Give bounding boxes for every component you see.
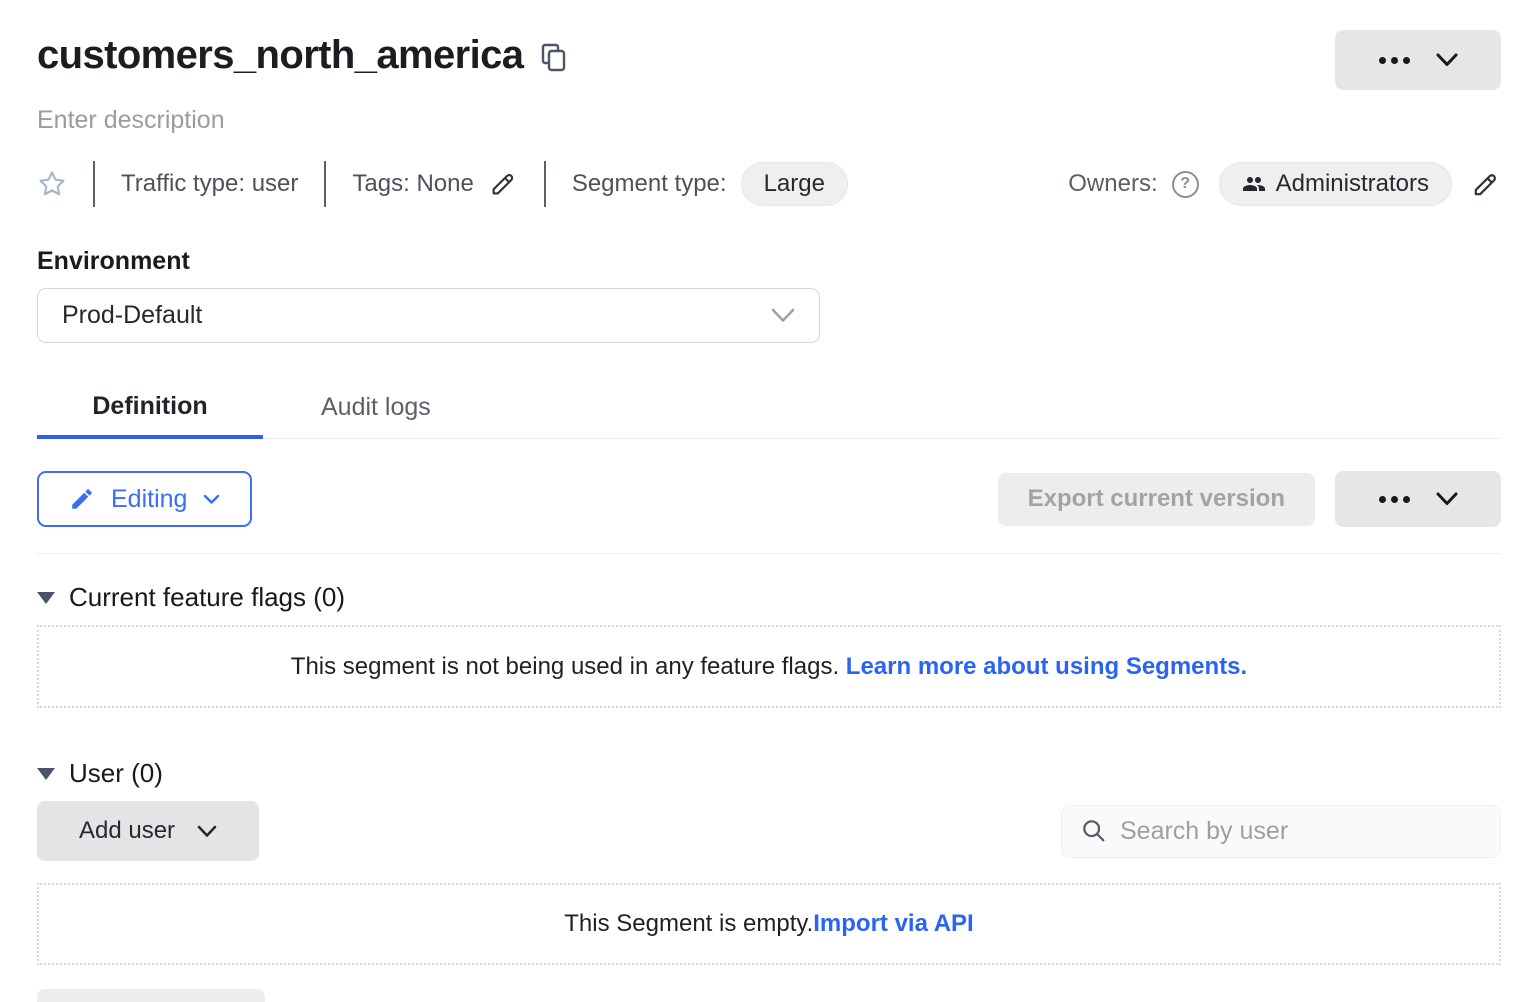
owners-badge[interactable]: Administrators xyxy=(1219,162,1452,206)
editing-mode-button[interactable]: Editing xyxy=(37,471,252,527)
user-empty-state: This Segment is empty.Import via API xyxy=(37,883,1501,965)
copy-icon[interactable] xyxy=(541,43,568,73)
page-header: customers_north_america xyxy=(37,30,1501,90)
traffic-type-label: Traffic type: user xyxy=(121,170,298,198)
page-title: customers_north_america xyxy=(37,30,523,80)
user-empty-text: This Segment is empty. xyxy=(564,910,813,937)
editing-label: Editing xyxy=(111,485,187,514)
collapse-triangle-icon xyxy=(37,768,55,780)
feature-flags-section-title: Current feature flags (0) xyxy=(69,582,345,613)
tab-bar: Definition Audit logs xyxy=(37,377,1501,439)
owners-value: Administrators xyxy=(1276,170,1429,198)
user-section-title: User (0) xyxy=(69,758,163,789)
segment-type: Segment type: Large xyxy=(572,162,848,206)
export-current-version-button[interactable]: Export current version xyxy=(998,473,1315,526)
chevron-down-icon xyxy=(203,494,220,505)
header-more-menu-button[interactable] xyxy=(1335,30,1501,90)
divider xyxy=(93,161,95,207)
tags-label: Tags: None xyxy=(352,170,473,198)
collapse-triangle-icon xyxy=(37,592,55,604)
segment-type-label: Segment type: xyxy=(572,170,727,198)
owners-help-icon[interactable]: ? xyxy=(1172,171,1199,198)
environment-select[interactable]: Prod-Default xyxy=(37,288,820,343)
traffic-type: Traffic type: user xyxy=(121,170,298,198)
add-user-button[interactable]: Add user xyxy=(37,801,259,861)
chevron-down-icon xyxy=(1436,492,1458,506)
user-section-header[interactable]: User (0) xyxy=(37,758,1501,789)
add-user-label: Add user xyxy=(79,817,175,845)
segment-page: customers_north_america Enter descriptio… xyxy=(0,0,1536,1002)
pencil-icon xyxy=(69,486,95,512)
divider xyxy=(37,553,1501,554)
chevron-down-icon xyxy=(197,825,217,838)
divider xyxy=(544,161,546,207)
chevron-down-icon xyxy=(771,308,795,323)
search-icon xyxy=(1080,817,1108,845)
tab-audit-logs[interactable]: Audit logs xyxy=(321,377,431,438)
tab-definition[interactable]: Definition xyxy=(37,377,263,439)
feature-flags-section-header[interactable]: Current feature flags (0) xyxy=(37,582,1501,613)
ellipsis-icon xyxy=(1379,57,1410,64)
feature-flags-empty-state: This segment is not being used in any fe… xyxy=(37,625,1501,708)
search-by-user-input[interactable] xyxy=(1120,817,1482,846)
meta-row: Traffic type: user Tags: None Segment ty… xyxy=(37,161,1501,207)
edit-tags-pencil-icon[interactable] xyxy=(488,169,518,199)
ellipsis-icon xyxy=(1379,496,1410,503)
people-icon xyxy=(1242,172,1266,196)
favorite-star-icon[interactable] xyxy=(37,169,67,199)
divider xyxy=(324,161,326,207)
learn-more-link[interactable]: Learn more about using Segments. xyxy=(846,653,1247,680)
chevron-down-icon xyxy=(1436,53,1458,67)
edit-owners-pencil-icon[interactable] xyxy=(1470,169,1501,200)
tags: Tags: None xyxy=(352,169,517,199)
owners-label: Owners: xyxy=(1068,170,1157,198)
environment-selected-value: Prod-Default xyxy=(62,301,202,330)
definition-more-menu-button[interactable] xyxy=(1335,471,1501,527)
user-search-box xyxy=(1061,805,1501,858)
description-placeholder[interactable]: Enter description xyxy=(37,106,1501,135)
import-via-api-link[interactable]: Import via API xyxy=(813,910,973,937)
partially-visible-button[interactable] xyxy=(37,989,265,1002)
user-controls-row: Add user xyxy=(37,801,1501,861)
segment-type-badge: Large xyxy=(741,162,848,206)
definition-toolbar: Editing Export current version xyxy=(37,471,1501,527)
environment-label: Environment xyxy=(37,247,1501,276)
feature-flags-empty-text: This segment is not being used in any fe… xyxy=(291,653,846,680)
